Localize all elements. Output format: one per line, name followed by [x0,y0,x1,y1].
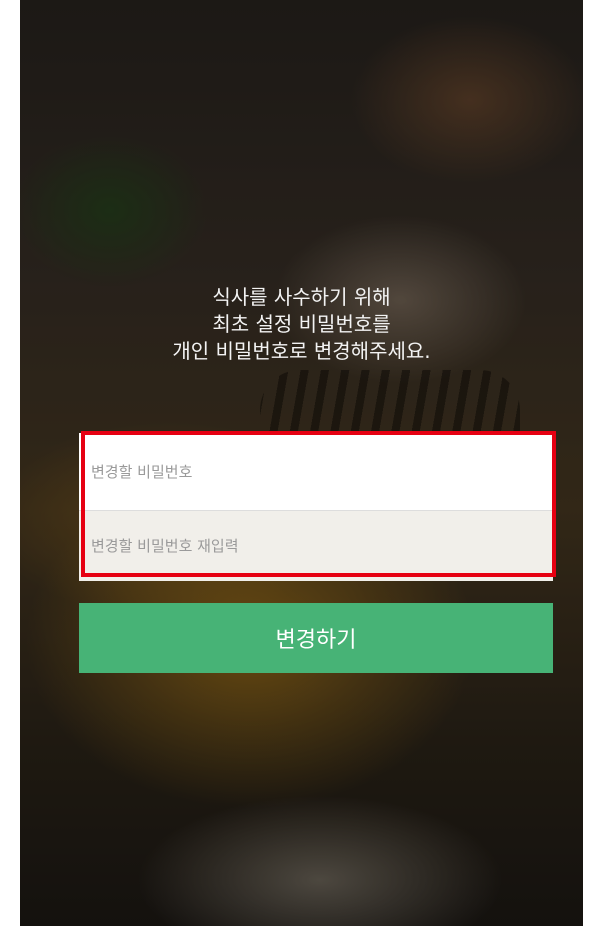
instruction-message: 식사를 사수하기 위해 최초 설정 비밀번호를 개인 비밀번호로 변경해주세요. [20,284,583,365]
confirm-password-input[interactable] [79,511,553,581]
instruction-line-3: 개인 비밀번호로 변경해주세요. [172,339,431,363]
instruction-line-2: 최초 설정 비밀번호를 [212,312,391,336]
password-change-form [79,433,553,581]
change-password-button[interactable]: 변경하기 [79,603,553,673]
new-password-input[interactable] [79,433,553,511]
instruction-line-1: 식사를 사수하기 위해 [212,285,391,309]
app-screen: 식사를 사수하기 위해 최초 설정 비밀번호를 개인 비밀번호로 변경해주세요.… [20,0,583,926]
